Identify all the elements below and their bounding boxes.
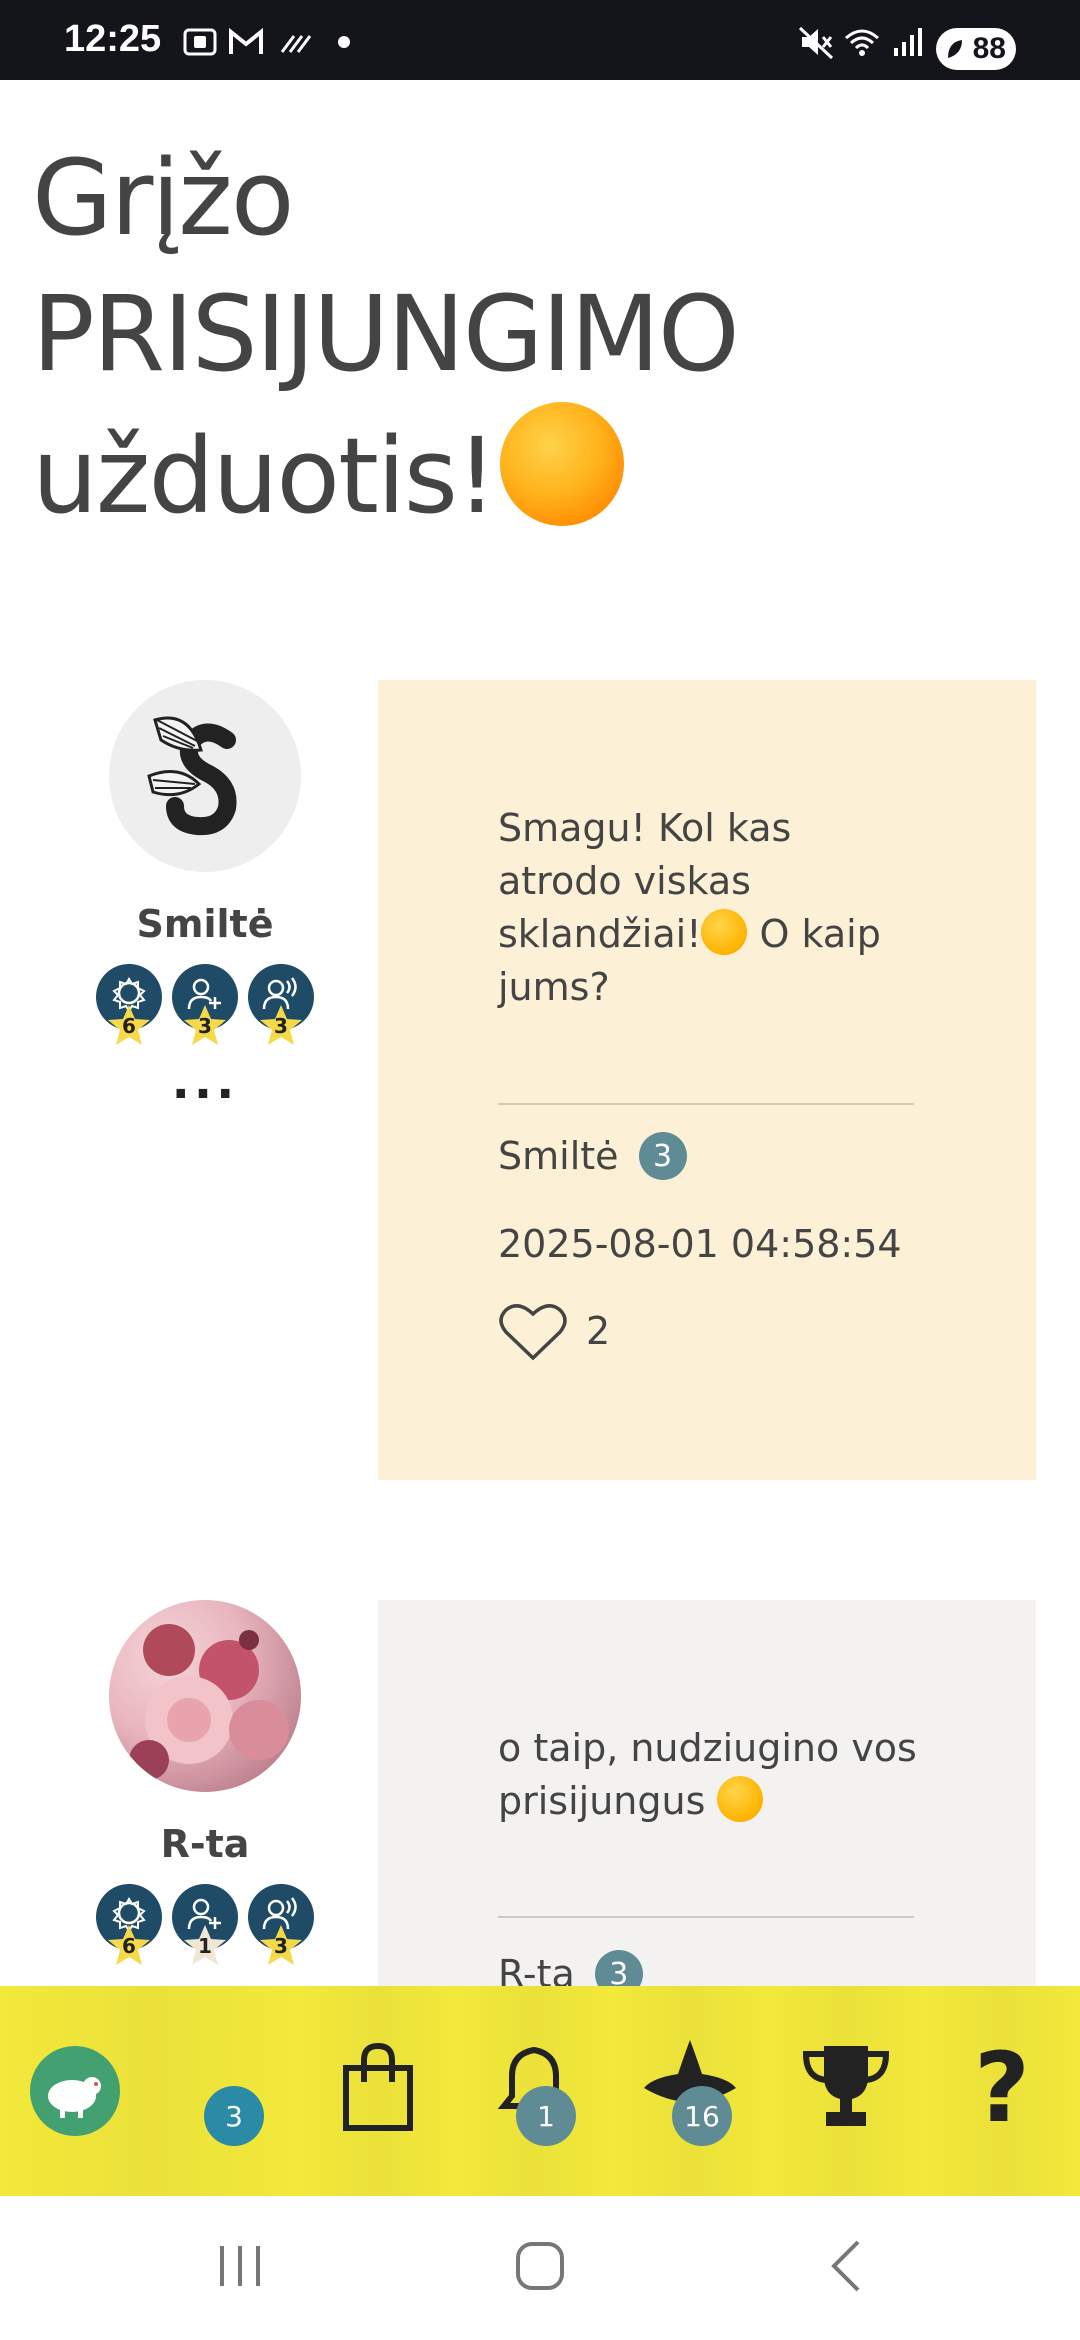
shopping-bag-icon	[343, 2042, 413, 2131]
author-name[interactable]: R-ta	[80, 1822, 330, 1866]
comment-card: Smagu! Kol kas atrodo viskas sklandžiai!…	[378, 680, 1036, 1480]
comment-text-part-1: o taip, nudziugino vos prisijungus	[498, 1726, 917, 1823]
grinning-face-emoji	[717, 1776, 764, 1822]
back-button[interactable]	[816, 2236, 876, 2296]
data-saver-icon	[280, 35, 312, 53]
wifi-icon	[845, 29, 879, 56]
achievement-badge[interactable]: 6	[94, 1884, 164, 1965]
meta-author-name[interactable]: Smiltė	[498, 1134, 619, 1178]
flowers-image	[129, 1624, 289, 1780]
badge-count: 3	[274, 1014, 288, 1038]
mute-icon	[798, 26, 834, 60]
badge-row: 6 3 3	[80, 964, 330, 1045]
author-name[interactable]: Smiltė	[80, 902, 330, 946]
orange-circle-emoji	[499, 402, 624, 526]
card-divider	[498, 1916, 914, 1918]
smiling-face-emoji	[701, 909, 748, 955]
page-title: Grįžo PRISIJUNGIMO užduotis!	[32, 130, 1032, 544]
title-line-3-text: užduotis!	[32, 415, 498, 537]
profile-avatar[interactable]	[30, 2046, 120, 2136]
profile-tab[interactable]: 3	[0, 1986, 300, 2196]
comment-text: Smagu! Kol kas atrodo viskas sklandžiai!…	[498, 802, 918, 1014]
points-count-badge: 16	[672, 2086, 732, 2146]
avatar[interactable]	[109, 1600, 301, 1792]
achievement-badge[interactable]: 3	[246, 1884, 316, 1965]
avatar[interactable]	[109, 680, 301, 872]
heart-icon[interactable]	[498, 1300, 568, 1362]
bottom-navigation: 3 1 16 ?	[0, 1986, 1080, 2196]
title-line-2: PRISIJUNGIMO	[32, 273, 740, 395]
card-divider	[498, 1103, 914, 1105]
achievement-badge[interactable]: 3	[170, 964, 240, 1045]
achievement-badge[interactable]: 1	[170, 1884, 240, 1965]
home-button[interactable]	[510, 2236, 570, 2296]
author-column: Smiltė 6 3 3 ...	[80, 680, 330, 1110]
battery-indicator: 88	[936, 28, 1016, 70]
comment-card: o taip, nudziugino vos prisijungus R-ta …	[378, 1600, 1036, 2000]
badge-count: 3	[198, 1014, 212, 1038]
gmail-icon	[229, 27, 263, 54]
comment-text: o taip, nudziugino vos prisijungus	[498, 1722, 918, 1828]
screenshot-icon	[183, 28, 217, 56]
comment-meta-author: Smiltė 3	[498, 1132, 687, 1180]
badge-row: 6 1 3	[80, 1884, 330, 1965]
dot-icon	[338, 36, 350, 48]
achievement-badge[interactable]: 6	[94, 964, 164, 1045]
title-line-3: užduotis!	[32, 402, 1032, 544]
recent-apps-button[interactable]	[210, 2236, 270, 2296]
status-bar: 12:25 88	[0, 0, 1080, 80]
badge-count: 6	[122, 1014, 136, 1038]
points-tab[interactable]: 16	[612, 1986, 768, 2196]
author-column: R-ta 6 1 3	[80, 1600, 330, 1965]
badge-count: 3	[274, 1934, 288, 1958]
shop-tab[interactable]	[300, 1986, 456, 2196]
notifications-count-badge: 1	[516, 2086, 576, 2146]
badge-count: 1	[198, 1934, 212, 1958]
sheep-icon	[48, 2077, 101, 2118]
battery-level: 88	[972, 32, 1006, 65]
profile-count-badge: 3	[204, 2086, 264, 2146]
help-icon: ?	[974, 2032, 1030, 2144]
trophy-tab[interactable]	[768, 1986, 924, 2196]
title-line-1: Grįžo	[32, 137, 294, 259]
badge-count: 6	[122, 1934, 136, 1958]
butterfly-s-logo	[147, 716, 237, 836]
comment-post: Smiltė 6 3 3 ... Smagu! Kol kas atrodo v…	[0, 680, 1080, 1480]
status-time: 12:25	[64, 18, 162, 60]
trophy-icon	[802, 2046, 890, 2126]
like-count: 2	[586, 1309, 611, 1353]
leaf-icon	[948, 40, 962, 58]
achievement-badge[interactable]: 3	[246, 964, 316, 1045]
more-badges-button[interactable]: ...	[80, 1054, 330, 1110]
comment-post: R-ta 6 1 3 o taip, nudziugino vos prisij…	[0, 1600, 1080, 2000]
level-badge: 3	[638, 1132, 687, 1180]
help-tab[interactable]: ?	[924, 1986, 1080, 2196]
notifications-tab[interactable]: 1	[456, 1986, 612, 2196]
comment-date: 2025-08-01 04:58:54	[498, 1222, 902, 1266]
like-row: 2	[498, 1300, 610, 1362]
signal-icon	[894, 28, 922, 56]
system-navigation-bar	[0, 2196, 1080, 2340]
